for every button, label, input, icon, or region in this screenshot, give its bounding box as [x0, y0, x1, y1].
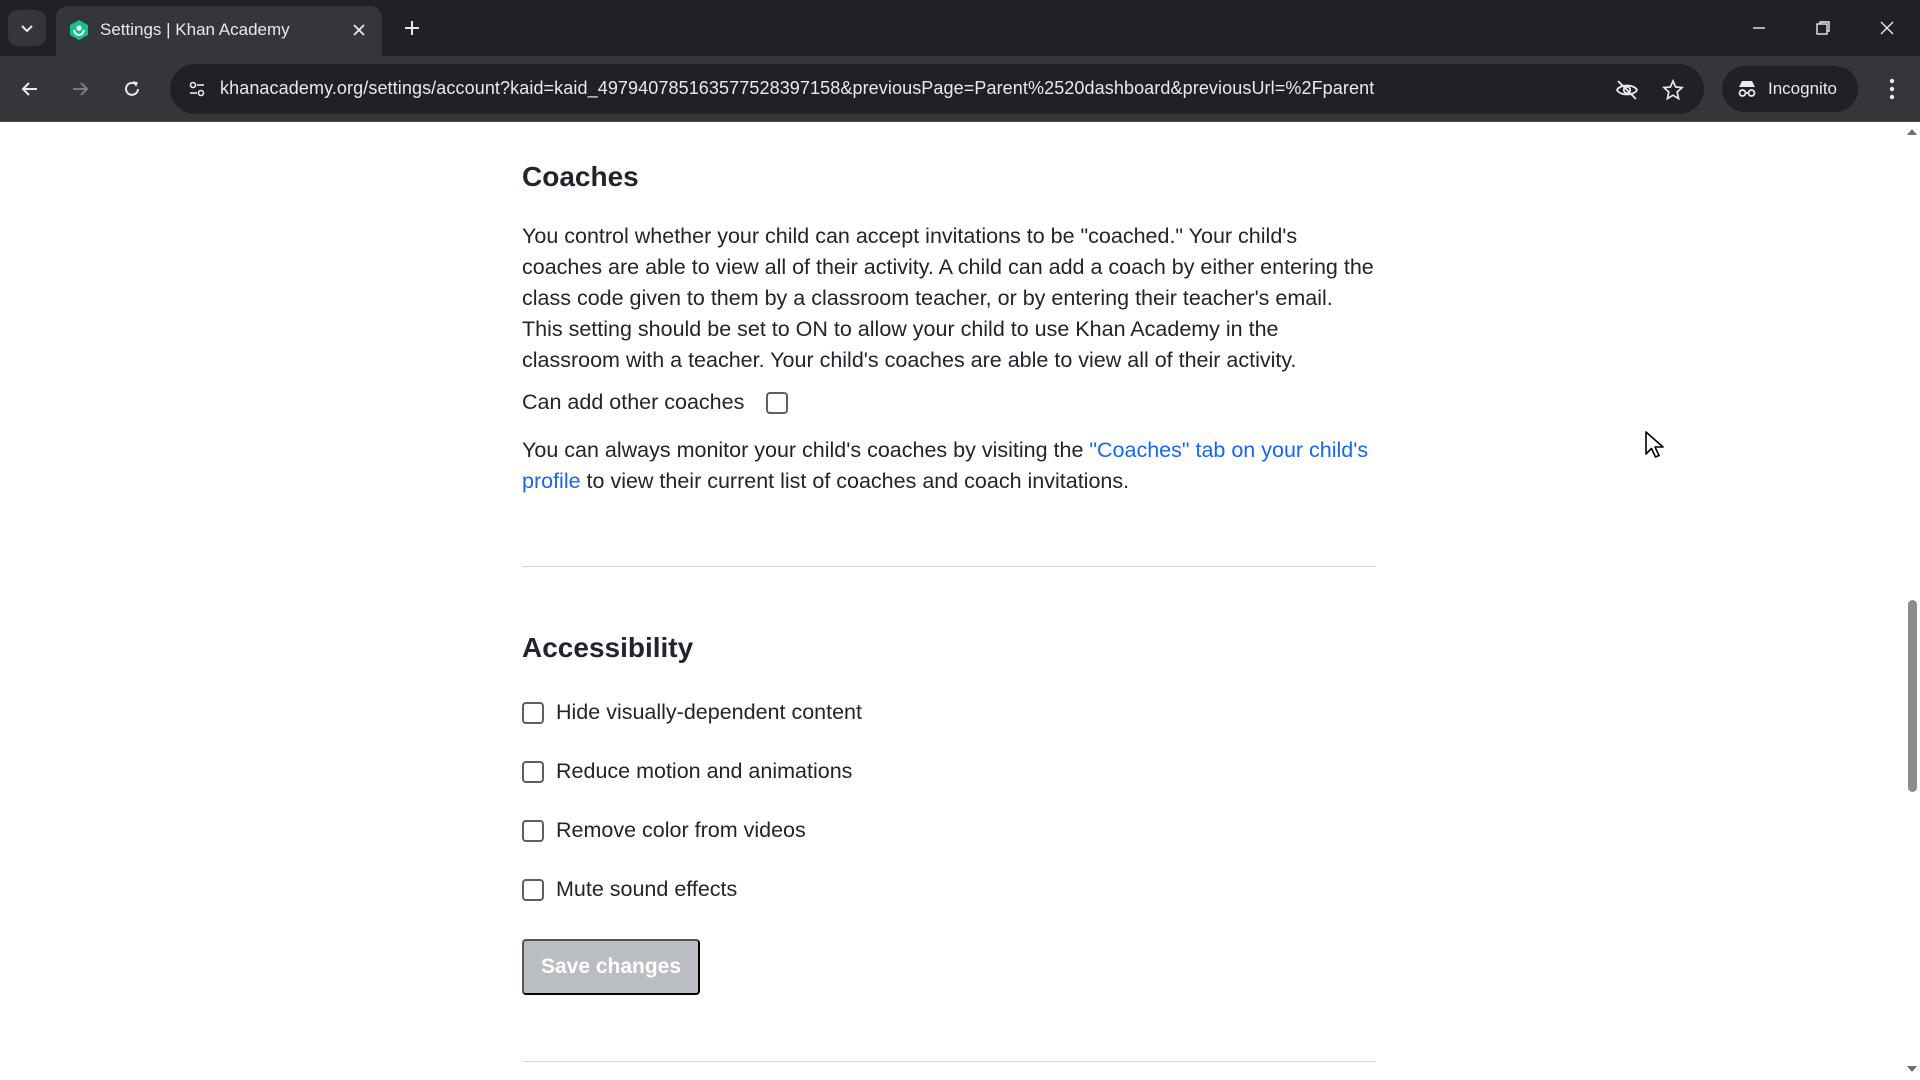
browser-toolbar: khanacademy.org/settings/account?kaid=ka… [0, 56, 1920, 122]
plus-icon [405, 21, 419, 35]
browser-menu-button[interactable] [1874, 69, 1910, 109]
url-text: khanacademy.org/settings/account?kaid=ka… [220, 78, 1375, 98]
scroll-down-arrow-icon[interactable] [1907, 1066, 1917, 1072]
arrow-left-icon [21, 82, 37, 96]
reduce-motion-checkbox[interactable] [522, 760, 544, 783]
window-close-button[interactable] [1862, 6, 1912, 50]
tab-search-button[interactable] [8, 10, 46, 46]
page-scrollbar[interactable] [1904, 123, 1920, 1080]
option-mute-sound[interactable]: Mute sound effects [522, 877, 737, 902]
option-label: Mute sound effects [556, 877, 738, 901]
monitor-text-prefix: You can always monitor your child's coac… [522, 438, 1090, 462]
bookmark-button[interactable] [1658, 75, 1688, 105]
close-icon [1880, 21, 1894, 35]
chevron-down-icon [21, 25, 33, 33]
page-viewport: Coaches You control whether your child c… [0, 123, 1904, 1080]
back-button[interactable] [10, 69, 50, 109]
can-add-coaches-label: Can add other coaches [522, 390, 745, 414]
monitor-text-suffix: to view their current list of coaches an… [580, 469, 1130, 493]
can-add-coaches-row: Can add other coaches [522, 390, 789, 415]
section-divider [522, 1061, 1376, 1062]
new-tab-button[interactable] [396, 12, 428, 44]
scrollbar-thumb[interactable] [1908, 600, 1917, 792]
browser-tab-strip: Settings | Khan Academy [0, 0, 1920, 56]
section-divider [522, 566, 1376, 567]
mouse-cursor-icon [1645, 431, 1664, 458]
coaches-description: You control whether your child can accep… [522, 224, 1374, 372]
accessibility-section-title: Accessibility [522, 632, 694, 663]
star-icon [1662, 79, 1684, 101]
coaches-monitor-text: You can always monitor your child's coac… [522, 435, 1378, 497]
option-hide-visual-content[interactable]: Hide visually-dependent content [522, 700, 862, 725]
minimize-icon [1753, 27, 1765, 29]
mute-sound-checkbox[interactable] [522, 878, 544, 901]
khan-academy-logo-icon [70, 20, 88, 40]
address-bar[interactable]: khanacademy.org/settings/account?kaid=ka… [170, 64, 1704, 114]
tune-icon [189, 81, 205, 97]
reload-icon [125, 81, 139, 96]
arrow-right-icon [73, 82, 89, 96]
site-info-button[interactable] [182, 74, 212, 104]
option-label: Hide visually-dependent content [556, 700, 862, 724]
option-remove-color[interactable]: Remove color from videos [522, 818, 806, 843]
coaches-section-title: Coaches [522, 161, 639, 192]
option-label: Remove color from videos [556, 818, 806, 842]
incognito-label: Incognito [1768, 79, 1837, 98]
incognito-icon [1738, 81, 1756, 97]
scroll-up-arrow-icon[interactable] [1907, 129, 1917, 135]
incognito-indicator[interactable]: Incognito [1722, 66, 1858, 112]
hide-visual-content-checkbox[interactable] [522, 701, 544, 724]
remove-color-checkbox[interactable] [522, 819, 544, 842]
window-minimize-button[interactable] [1734, 6, 1784, 50]
browser-tab[interactable]: Settings | Khan Academy [56, 6, 382, 56]
tab-title: Settings | Khan Academy [100, 20, 290, 39]
forward-button[interactable] [60, 69, 100, 109]
window-restore-button[interactable] [1798, 6, 1848, 50]
more-vertical-icon [1889, 78, 1895, 100]
reload-button[interactable] [112, 69, 152, 109]
option-label: Reduce motion and animations [556, 759, 853, 783]
tab-close-button[interactable] [346, 17, 372, 43]
close-icon [353, 24, 365, 36]
restore-icon [1816, 21, 1830, 35]
can-add-coaches-checkbox[interactable] [766, 391, 789, 414]
save-changes-button[interactable]: Save changes [522, 939, 700, 995]
tracking-protection-button[interactable] [1612, 75, 1642, 105]
eye-off-icon [1615, 80, 1639, 100]
option-reduce-motion[interactable]: Reduce motion and animations [522, 759, 852, 784]
